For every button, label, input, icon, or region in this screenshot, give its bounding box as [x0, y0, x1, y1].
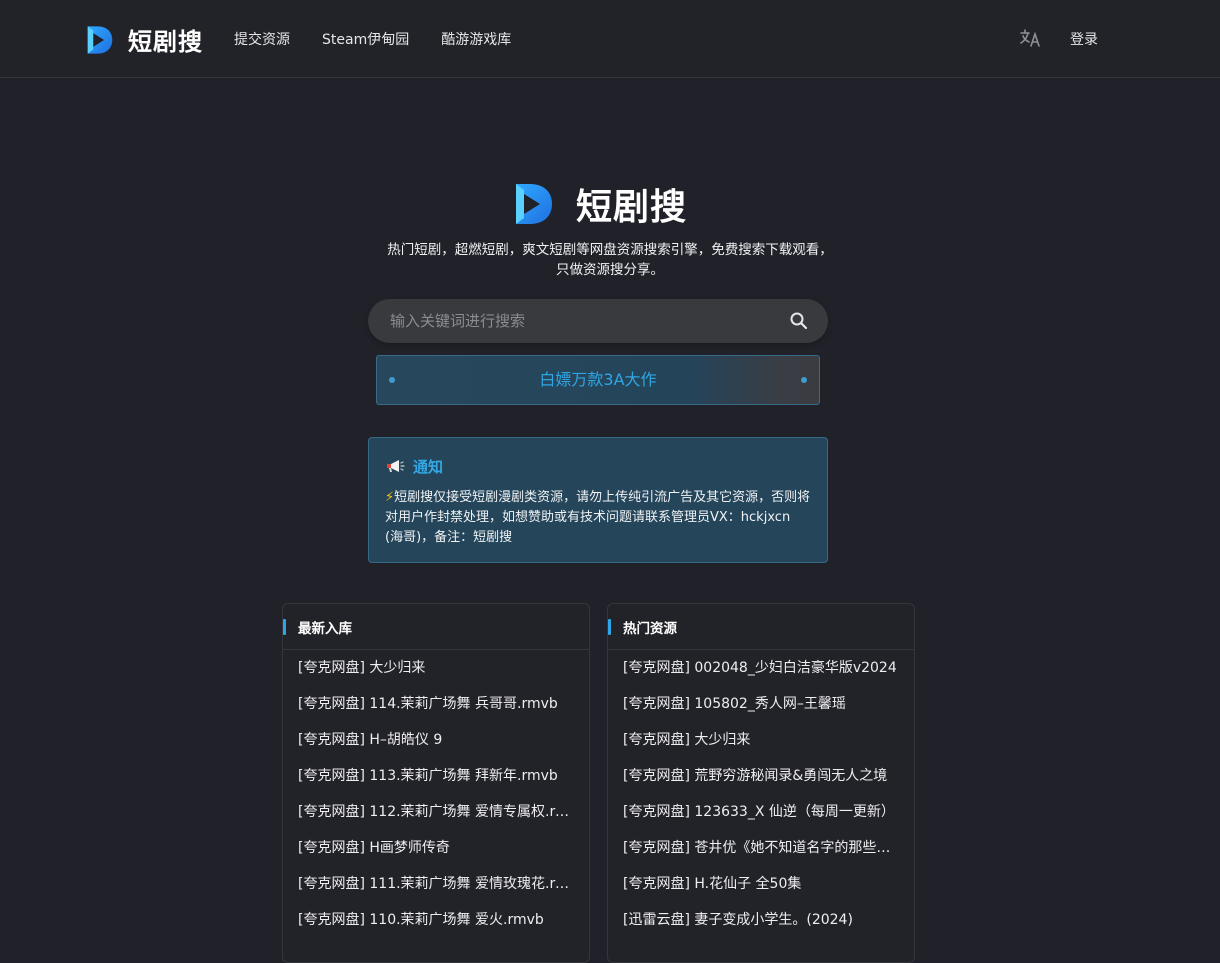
nav-submit-resource[interactable]: 提交资源	[234, 29, 290, 49]
hot-panel-header: 热门资源	[608, 604, 914, 650]
hot-panel: 热门资源 [夸克网盘] 002048_少妇白洁豪华版v2024 [夸克网盘] 1…	[607, 603, 915, 963]
list-item[interactable]: [夸克网盘] H–胡皓仪 9	[283, 722, 589, 758]
hot-list: [夸克网盘] 002048_少妇白洁豪华版v2024 [夸克网盘] 105802…	[608, 650, 914, 938]
latest-list: [夸克网盘] 大少归来 [夸克网盘] 114.茉莉广场舞 兵哥哥.rmvb [夸…	[283, 650, 589, 938]
promo-dot-right	[801, 377, 807, 383]
latest-panel: 最新入库 [夸克网盘] 大少归来 [夸克网盘] 114.茉莉广场舞 兵哥哥.rm…	[282, 603, 590, 963]
list-item[interactable]: [夸克网盘] 荒野穷游秘闻录&勇闯无人之境	[608, 758, 914, 794]
list-item[interactable]: [夸克网盘] 大少归来	[283, 650, 589, 686]
list-item[interactable]: [夸克网盘] 114.茉莉广场舞 兵哥哥.rmvb	[283, 686, 589, 722]
lightning-icon: ⚡	[385, 490, 395, 505]
top-header: 短剧搜 提交资源 Steam伊甸园 酷游游戏库 登录	[0, 0, 1220, 78]
search-icon[interactable]	[788, 310, 810, 332]
notice-body: ⚡短剧搜仅接受短剧漫剧类资源，请勿上传纯引流广告及其它资源，否则将对用户作封禁处…	[385, 488, 811, 548]
list-item[interactable]: [夸克网盘] 大少归来	[608, 722, 914, 758]
notice-text: 短剧搜仅接受短剧漫剧类资源，请勿上传纯引流广告及其它资源，否则将对用户作封禁处理…	[385, 490, 811, 545]
hero-brand: 短剧搜	[514, 178, 687, 230]
login-link[interactable]: 登录	[1070, 29, 1098, 49]
list-item[interactable]: [夸克网盘] H.花仙子 全50集	[608, 866, 914, 902]
nav-steam-eden[interactable]: Steam伊甸园	[322, 29, 409, 49]
notice-header: 通知	[385, 456, 811, 476]
notice-box: 通知 ⚡短剧搜仅接受短剧漫剧类资源，请勿上传纯引流广告及其它资源，否则将对用户作…	[368, 437, 828, 563]
latest-panel-title: 最新入库	[298, 621, 352, 637]
list-item[interactable]: [迅雷云盘] 妻子变成小学生。(2024)	[608, 902, 914, 938]
hot-panel-title: 热门资源	[623, 621, 677, 637]
hot-accent-bar	[608, 619, 611, 635]
nav-game-library[interactable]: 酷游游戏库	[441, 29, 511, 49]
latest-accent-bar	[283, 619, 286, 635]
list-item[interactable]: [夸克网盘] 113.茉莉广场舞 拜新年.rmvb	[283, 758, 589, 794]
list-item[interactable]: [夸克网盘] 002048_少妇白洁豪华版v2024	[608, 650, 914, 686]
megaphone-icon	[387, 460, 405, 472]
brand-logo-icon	[87, 25, 113, 54]
header-brand-link[interactable]: 短剧搜	[86, 22, 203, 57]
hero-brand-name: 短剧搜	[576, 187, 688, 228]
tagline-line-2: 只做资源搜分享。	[556, 262, 664, 278]
search-input[interactable]	[388, 299, 778, 343]
latest-panel-header: 最新入库	[283, 604, 589, 650]
header-brand-name: 短剧搜	[128, 28, 203, 56]
hero-logo-icon	[516, 184, 552, 224]
list-item[interactable]: [夸克网盘] 105802_秀人网–王馨瑶	[608, 686, 914, 722]
main-nav: 提交资源 Steam伊甸园 酷游游戏库	[234, 29, 511, 49]
translate-icon[interactable]	[1018, 27, 1042, 49]
notice-title: 通知	[413, 457, 444, 476]
list-item[interactable]: [夸克网盘] 123633_X 仙逆（每周一更新）	[608, 794, 914, 830]
list-item[interactable]: [夸克网盘] H画梦师传奇	[283, 830, 589, 866]
list-item[interactable]: [夸克网盘] 112.茉莉广场舞 爱情专属权.rmvb	[283, 794, 589, 830]
hero-tagline: 热门短剧，超燃短剧，爽文短剧等网盘资源搜索引擎，免费搜索下载观看， 只做资源搜分…	[310, 240, 910, 280]
list-item[interactable]: [夸克网盘] 苍井优《她不知道名字的那些鸟》	[608, 830, 914, 866]
promo-text: 白嫖万款3A大作	[539, 370, 657, 389]
search-bar	[368, 299, 828, 343]
tagline-line-1: 热门短剧，超燃短剧，爽文短剧等网盘资源搜索引擎，免费搜索下载观看，	[387, 242, 833, 258]
list-item[interactable]: [夸克网盘] 110.茉莉广场舞 爱火.rmvb	[283, 902, 589, 938]
promo-banner[interactable]: 白嫖万款3A大作	[376, 355, 820, 405]
list-item[interactable]: [夸克网盘] 111.茉莉广场舞 爱情玫瑰花.rmvb	[283, 866, 589, 902]
